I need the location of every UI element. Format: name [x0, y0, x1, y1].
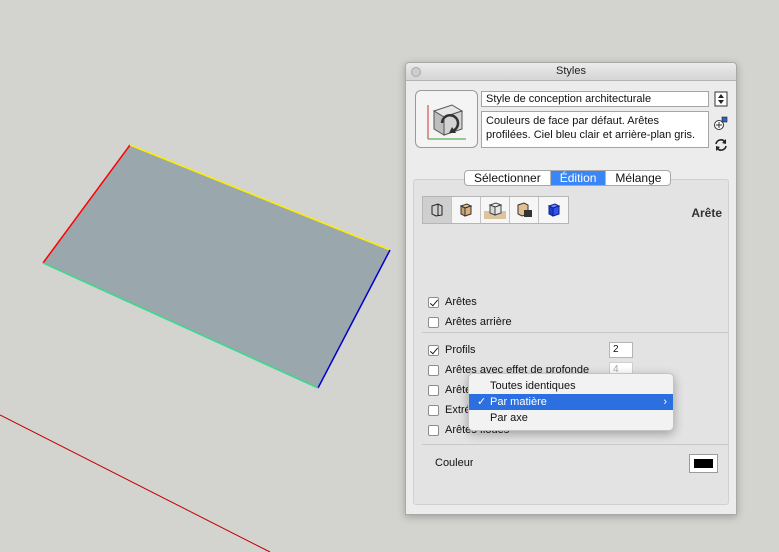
- watermark-settings-button[interactable]: [510, 197, 539, 223]
- face-settings-button[interactable]: [452, 197, 481, 223]
- style-name-field[interactable]: Style de conception architecturale: [481, 91, 709, 107]
- menu-item-par-matiere[interactable]: ✓ Par matière ›: [469, 394, 673, 410]
- chevron-right-icon: ›: [663, 396, 667, 408]
- section-title: Arête: [691, 206, 722, 220]
- create-style-icon[interactable]: [714, 115, 728, 131]
- face-settings-icon: [459, 203, 473, 217]
- menu-item-label: Par axe: [490, 412, 528, 424]
- edge-settings-icon: [431, 203, 443, 217]
- checkbox-profils[interactable]: [428, 344, 439, 356]
- checkbox-aretes-arriere[interactable]: [428, 316, 439, 328]
- checkbox-row-aretes[interactable]: Arêtes: [428, 294, 477, 310]
- checkmark-icon: ✓: [477, 396, 487, 408]
- separator: [422, 332, 728, 333]
- checkbox-label: Arêtes arrière: [445, 316, 512, 328]
- checkbox-aretes[interactable]: [428, 296, 439, 308]
- color-label: Couleur: [435, 457, 473, 469]
- color-mode-dropdown-menu: Toutes identiques ✓ Par matière › Par ax…: [468, 373, 674, 431]
- style-preview-icon: [427, 104, 466, 140]
- styles-panel: Styles Style de conception architectural…: [405, 62, 737, 515]
- menu-item-label: Toutes identiques: [490, 380, 576, 392]
- edit-pane: Arête Arêtes Arêtes arrière Profils 2 Ar…: [413, 179, 729, 505]
- style-description-field[interactable]: Couleurs de face par défaut. Arêtes prof…: [481, 111, 709, 148]
- swatch-fill: [694, 459, 713, 468]
- background-settings-button[interactable]: [481, 197, 510, 223]
- checkbox-floues[interactable]: [428, 424, 439, 436]
- background-settings-icon: [484, 202, 506, 219]
- separator: [422, 444, 728, 445]
- titlebar: Styles: [406, 63, 736, 81]
- checkbox-prolongees[interactable]: [428, 384, 439, 396]
- checkbox-row-profils[interactable]: Profils: [428, 342, 476, 358]
- update-style-icon[interactable]: [714, 137, 728, 153]
- menu-item-par-axe[interactable]: Par axe: [469, 410, 673, 426]
- checkbox-row-aretes-arriere[interactable]: Arêtes arrière: [428, 314, 512, 330]
- menu-item-label: Par matière: [490, 396, 547, 408]
- checkbox-label: Profils: [445, 344, 476, 356]
- details-icon[interactable]: [714, 91, 728, 107]
- rectangle-face[interactable]: [43, 145, 390, 388]
- checkbox-extremites[interactable]: [428, 404, 439, 416]
- profils-width-input[interactable]: 2: [609, 342, 633, 358]
- red-axis-line: [0, 414, 271, 552]
- modeling-settings-icon: [547, 203, 560, 217]
- settings-category-bar: [422, 196, 569, 224]
- checkbox-profondeur[interactable]: [428, 364, 439, 376]
- panel-title: Styles: [556, 65, 586, 77]
- style-thumbnail[interactable]: [415, 90, 478, 148]
- edit-tabs: Sélectionner Édition Mélange: [464, 170, 672, 186]
- tab-edition[interactable]: Édition: [550, 171, 607, 185]
- modeling-settings-button[interactable]: [539, 197, 568, 223]
- tab-selectionner[interactable]: Sélectionner: [465, 171, 551, 185]
- watermark-settings-icon: [517, 202, 532, 217]
- checkbox-label: Arêtes: [445, 296, 477, 308]
- tab-melange[interactable]: Mélange: [606, 171, 670, 185]
- color-swatch[interactable]: [689, 454, 718, 473]
- edge-settings-button[interactable]: [423, 197, 452, 223]
- menu-item-toutes-identiques[interactable]: Toutes identiques: [469, 378, 673, 394]
